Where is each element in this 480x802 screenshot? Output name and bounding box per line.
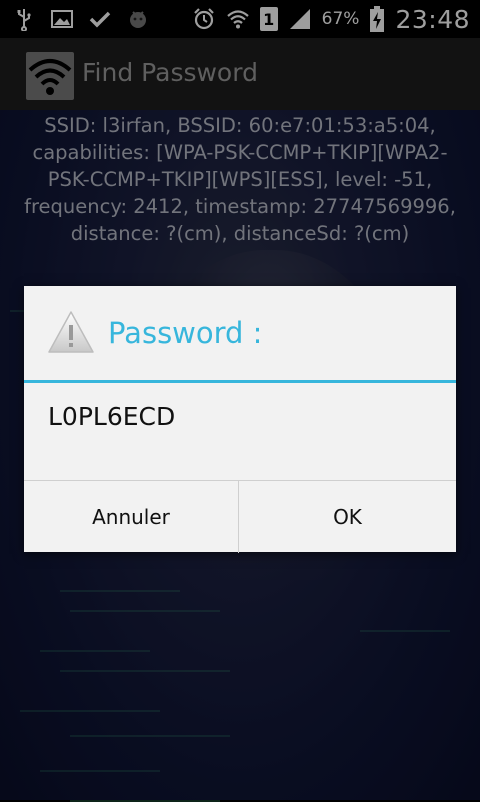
dialog-buttons: Annuler OK [24, 480, 456, 553]
password-dialog: Password : L0PL6ECD Annuler OK [24, 286, 456, 553]
warning-icon [48, 311, 94, 353]
password-value: L0PL6ECD [48, 402, 176, 431]
ok-button[interactable]: OK [240, 481, 455, 553]
dialog-title-divider [24, 380, 456, 383]
dialog-header: Password : [24, 286, 456, 380]
cancel-button[interactable]: Annuler [24, 481, 239, 553]
dialog-title: Password : [108, 316, 263, 350]
